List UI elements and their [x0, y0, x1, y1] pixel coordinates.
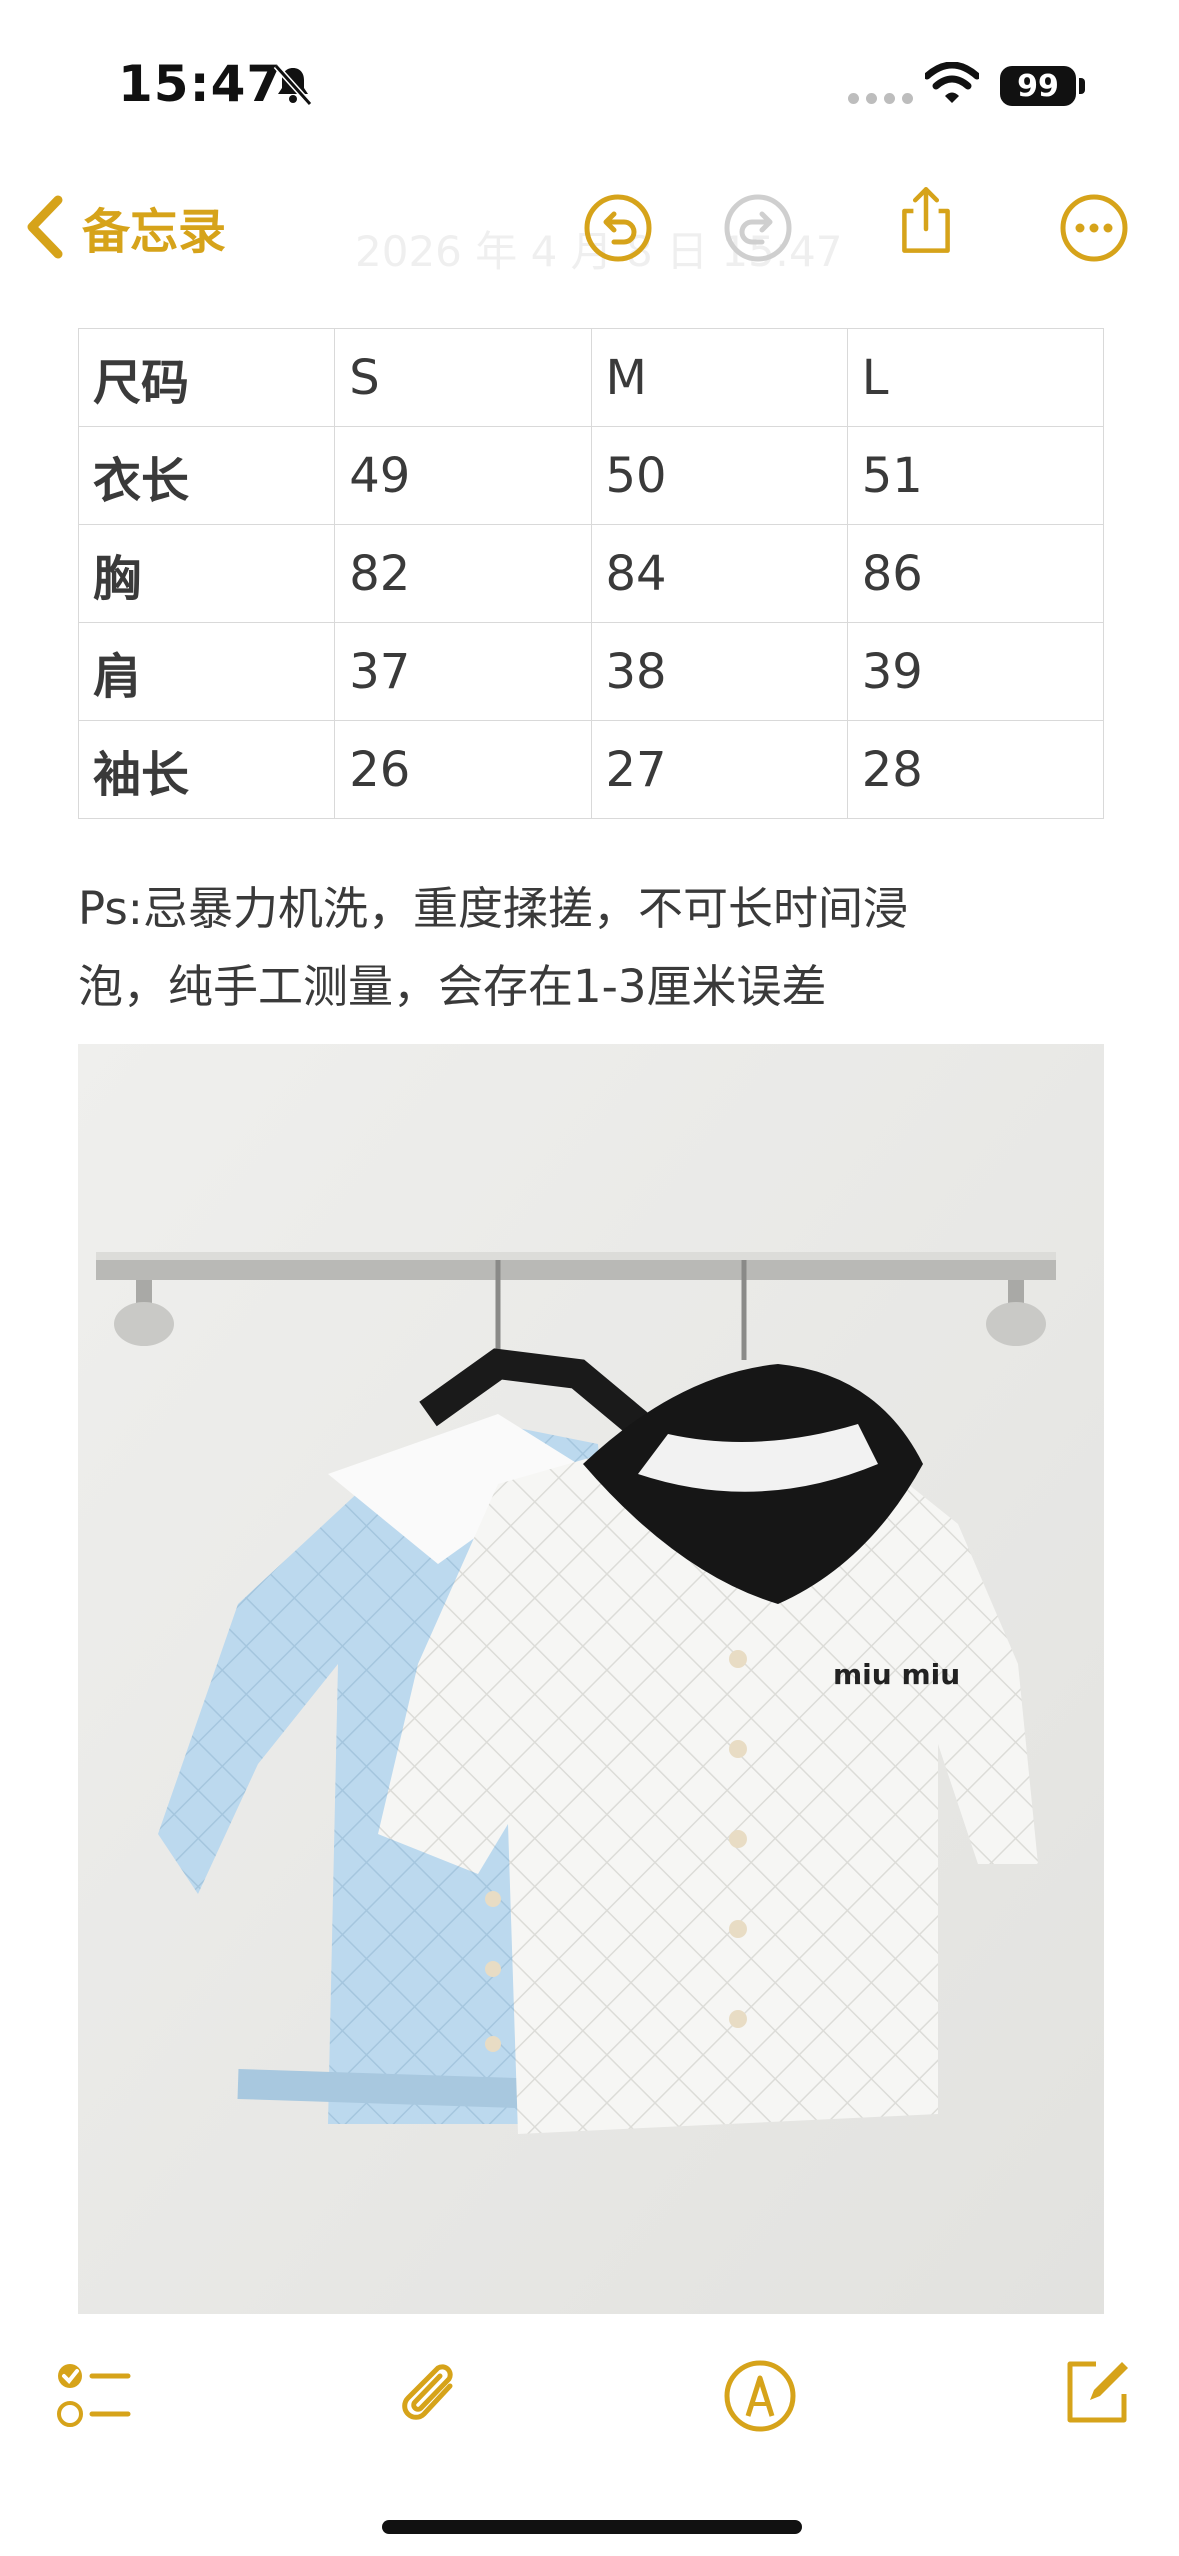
- table-cell[interactable]: 49: [334, 426, 592, 525]
- compose-icon[interactable]: [1056, 2352, 1136, 2432]
- status-time: 15:47: [118, 55, 283, 113]
- signal-icon: [848, 93, 913, 104]
- undo-icon[interactable]: [582, 192, 654, 264]
- back-label: 备忘录: [82, 204, 227, 260]
- chevron-left-icon: [27, 195, 63, 259]
- table-row: 胸 82 84 86: [77, 524, 1105, 623]
- table-cell[interactable]: 50: [590, 426, 848, 525]
- table-cell[interactable]: 肩: [77, 622, 336, 721]
- table-cell[interactable]: 86: [846, 524, 1105, 623]
- wifi-icon: [925, 62, 979, 103]
- markup-icon[interactable]: [720, 2356, 800, 2436]
- back-button[interactable]: 备忘录: [22, 192, 226, 262]
- table-row: 袖长 26 27 28: [77, 720, 1105, 819]
- more-icon[interactable]: [1058, 192, 1130, 264]
- table-cell[interactable]: 袖长: [77, 720, 336, 819]
- table-cell[interactable]: 28: [846, 720, 1105, 819]
- table-cell[interactable]: 84: [590, 524, 848, 623]
- table-cell[interactable]: 82: [334, 524, 592, 623]
- bell-slash-icon: [273, 63, 313, 107]
- table-cell[interactable]: 51: [846, 426, 1105, 525]
- battery-icon: 99: [1000, 66, 1076, 106]
- share-icon[interactable]: [890, 184, 962, 256]
- note-line: Ps:忌暴力机洗，重度揉搓，不可长时间浸: [78, 882, 908, 935]
- note-line: 泡，纯手工测量，会存在1-3厘米误差: [78, 960, 827, 1013]
- size-table: 尺码 S M L 衣长 49 50 51 胸 82 84 86 肩 37 38 …: [77, 328, 1105, 819]
- table-cell[interactable]: L: [846, 328, 1105, 427]
- cardigans-image: miu miu: [78, 1044, 1104, 2314]
- table-cell[interactable]: 39: [846, 622, 1105, 721]
- battery-level: 99: [1017, 68, 1059, 104]
- note-body[interactable]: Ps:忌暴力机洗，重度揉搓，不可长时间浸 泡，纯手工测量，会存在1-3厘米误差: [78, 870, 1108, 1026]
- table-row: 衣长 49 50 51: [77, 426, 1105, 525]
- table-cell[interactable]: 27: [590, 720, 848, 819]
- table-cell[interactable]: 26: [334, 720, 592, 819]
- battery-cap: [1079, 78, 1085, 94]
- table-cell[interactable]: 胸: [77, 524, 336, 623]
- table-cell[interactable]: 衣长: [77, 426, 336, 525]
- checklist-icon[interactable]: [54, 2356, 134, 2436]
- table-cell[interactable]: 38: [590, 622, 848, 721]
- table-cell[interactable]: M: [590, 328, 848, 427]
- table-cell[interactable]: 37: [334, 622, 592, 721]
- product-photo[interactable]: miu miu: [78, 1044, 1104, 2314]
- redo-icon[interactable]: [722, 192, 794, 264]
- home-indicator[interactable]: [382, 2520, 802, 2534]
- table-row: 肩 37 38 39: [77, 622, 1105, 721]
- table-row: 尺码 S M L: [77, 328, 1105, 427]
- brand-logo: miu miu: [833, 1658, 960, 1691]
- table-cell[interactable]: 尺码: [77, 328, 336, 427]
- table-cell[interactable]: S: [334, 328, 592, 427]
- paperclip-icon[interactable]: [392, 2356, 472, 2436]
